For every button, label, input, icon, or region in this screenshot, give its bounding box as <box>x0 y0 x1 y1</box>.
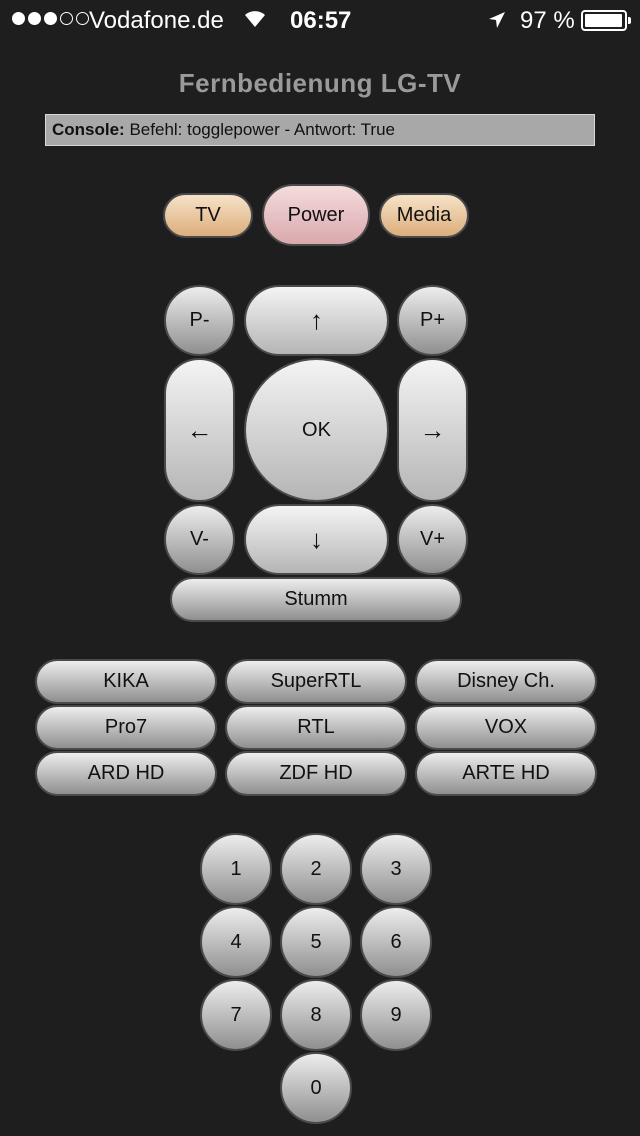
number-key-6[interactable]: 6 <box>360 906 432 978</box>
status-bar: Vodafone.de 06:57 97 % <box>0 0 640 40</box>
battery-percentage: 97 % <box>520 7 575 34</box>
channel-button-rtl[interactable]: RTL <box>225 705 407 750</box>
wifi-icon <box>245 11 265 27</box>
carrier-name: Vodafone.de <box>89 7 224 34</box>
page-title: Fernbedienung LG-TV <box>178 68 462 98</box>
program-up-button[interactable]: P+ <box>397 285 468 356</box>
channel-button-arte-hd[interactable]: ARTE HD <box>415 751 597 796</box>
channel-button-ard-hd[interactable]: ARD HD <box>35 751 217 796</box>
console-message: Befehl: togglepower - Antwort: True <box>129 120 396 139</box>
media-button[interactable]: Media <box>379 193 469 238</box>
down-arrow-button[interactable]: ↓ <box>244 504 389 575</box>
channel-button-superrtl[interactable]: SuperRTL <box>225 659 407 704</box>
mute-button[interactable]: Stumm <box>170 577 462 622</box>
signal-dots-icon <box>12 12 89 25</box>
number-key-2[interactable]: 2 <box>280 833 352 905</box>
channel-button-kika[interactable]: KIKA <box>35 659 217 704</box>
tv-button[interactable]: TV <box>163 193 253 238</box>
ok-button[interactable]: OK <box>244 358 389 502</box>
number-key-7[interactable]: 7 <box>200 979 272 1051</box>
number-key-0[interactable]: 0 <box>280 1052 352 1124</box>
number-key-9[interactable]: 9 <box>360 979 432 1051</box>
number-key-5[interactable]: 5 <box>280 906 352 978</box>
console-label: Console: <box>52 120 125 139</box>
location-arrow-icon <box>489 12 505 28</box>
number-key-4[interactable]: 4 <box>200 906 272 978</box>
channel-button-zdf-hd[interactable]: ZDF HD <box>225 751 407 796</box>
channel-button-vox[interactable]: VOX <box>415 705 597 750</box>
volume-down-button[interactable]: V- <box>164 504 235 575</box>
left-arrow-button[interactable]: ← <box>164 358 235 502</box>
number-key-8[interactable]: 8 <box>280 979 352 1051</box>
battery-icon <box>581 10 631 31</box>
program-down-button[interactable]: P- <box>164 285 235 356</box>
channel-button-disney[interactable]: Disney Ch. <box>415 659 597 704</box>
up-arrow-button[interactable]: ↑ <box>244 285 389 356</box>
number-key-3[interactable]: 3 <box>360 833 432 905</box>
clock: 06:57 <box>290 7 352 34</box>
console-output: Console: Befehl: togglepower - Antwort: … <box>45 114 595 146</box>
volume-up-button[interactable]: V+ <box>397 504 468 575</box>
channel-button-pro7[interactable]: Pro7 <box>35 705 217 750</box>
number-key-1[interactable]: 1 <box>200 833 272 905</box>
power-button[interactable]: Power <box>262 184 370 246</box>
right-arrow-button[interactable]: → <box>397 358 468 502</box>
